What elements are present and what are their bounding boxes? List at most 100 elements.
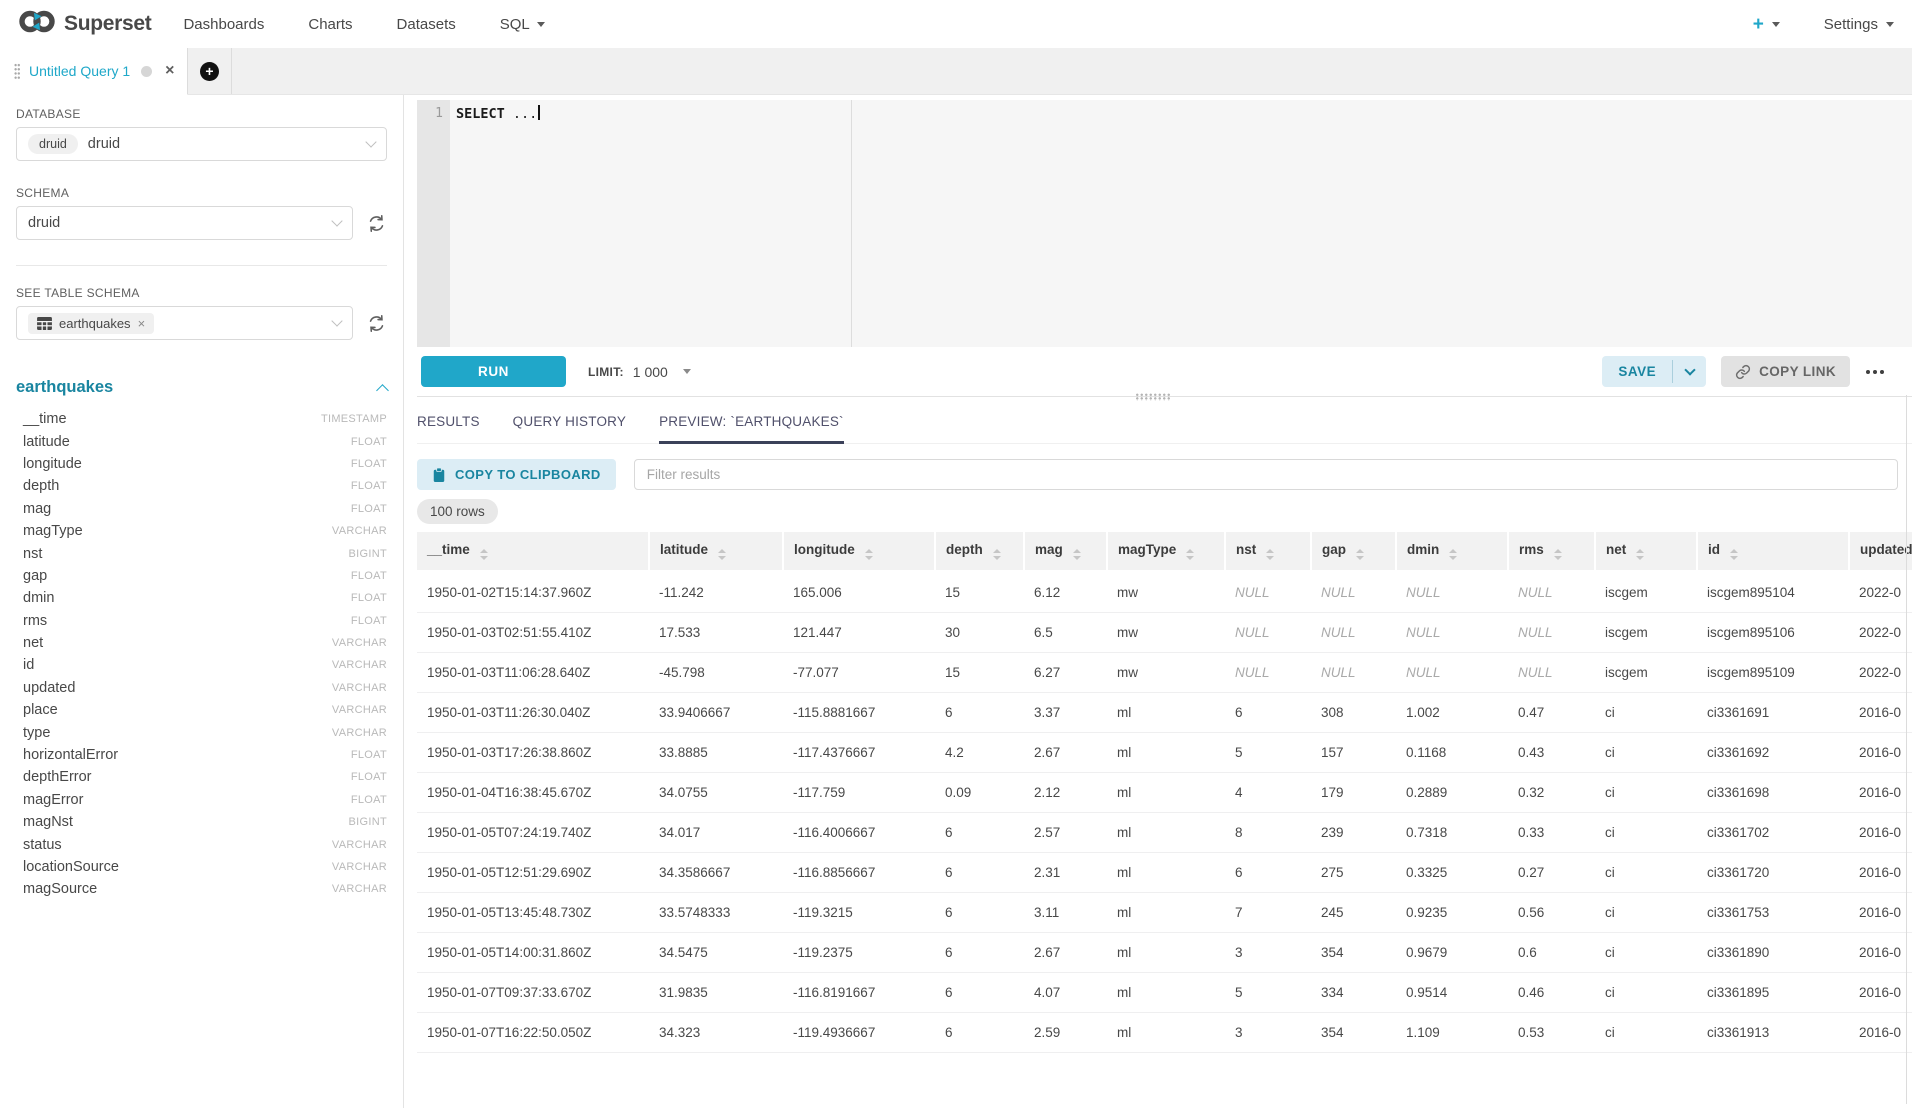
table-cell: ci [1595, 812, 1697, 852]
results-tab-query-history[interactable]: QUERY HISTORY [513, 406, 626, 443]
sort-icon[interactable] [718, 549, 726, 560]
limit-dropdown[interactable]: LIMIT: 1 000 [588, 364, 691, 380]
table-cell: iscgem [1595, 612, 1697, 652]
schema-column-magsource: magSource VARCHAR [23, 878, 387, 900]
table-cell: 15 [935, 652, 1024, 692]
remove-table-icon[interactable]: × [138, 317, 146, 330]
table-cell: 2016-0 [1849, 812, 1912, 852]
table-cell: 6 [935, 972, 1024, 1012]
nav-item-dashboards[interactable]: Dashboards [183, 16, 264, 33]
schema-column-dmin: dmin FLOAT [23, 587, 387, 609]
save-options-button[interactable] [1673, 356, 1706, 387]
table-cell: -117.4376667 [783, 732, 935, 772]
collapse-chevron-up-icon[interactable] [376, 384, 389, 397]
results-tab-results[interactable]: RESULTS [417, 406, 480, 443]
scrollbar[interactable] [1906, 395, 1907, 1104]
sort-icon[interactable] [1186, 549, 1194, 560]
table-cell: 165.006 [783, 571, 935, 612]
table-cell: mw [1107, 612, 1225, 652]
table-cell: 1950-01-05T14:00:31.860Z [417, 932, 649, 972]
column-header-longitude[interactable]: longitude [783, 532, 935, 571]
run-button[interactable]: RUN [421, 356, 566, 387]
column-header-rms[interactable]: rms [1508, 532, 1595, 571]
table-cell: ci3361698 [1697, 772, 1849, 812]
top-navbar: Superset Dashboards Charts Datasets SQL … [0, 0, 1912, 48]
new-menu-button[interactable]: + [1753, 15, 1780, 34]
sort-icon[interactable] [1073, 549, 1081, 560]
table-schema-field: SEE TABLE SCHEMA earthquakes × [16, 286, 387, 340]
table-cell: ml [1107, 692, 1225, 732]
column-header-nst[interactable]: nst [1225, 532, 1311, 571]
table-cell: ci [1595, 732, 1697, 772]
column-header-net[interactable]: net [1595, 532, 1697, 571]
sort-icon[interactable] [865, 549, 873, 560]
pane-splitter [417, 396, 1912, 397]
table-cell: -117.759 [783, 772, 935, 812]
drag-grip-icon[interactable] [14, 63, 20, 79]
database-select[interactable]: druid druid [16, 127, 387, 161]
filter-results-input[interactable] [634, 459, 1898, 490]
sql-text: ... [513, 106, 537, 122]
database-label: DATABASE [16, 107, 387, 121]
sql-editor[interactable]: 1 SELECT ... [417, 100, 1912, 347]
sort-icon[interactable] [993, 549, 1001, 560]
column-label: updated [1860, 542, 1912, 557]
column-header-magtype[interactable]: magType [1107, 532, 1225, 571]
column-header-depth[interactable]: depth [935, 532, 1024, 571]
table-cell: 0.9679 [1396, 932, 1508, 972]
save-button[interactable]: SAVE [1602, 356, 1672, 387]
table-cell: ci [1595, 772, 1697, 812]
settings-menu-button[interactable]: Settings [1824, 16, 1894, 33]
results-tab-preview-earthquakes[interactable]: PREVIEW: `EARTHQUAKES` [659, 406, 844, 443]
table-cell: 1950-01-03T17:26:38.860Z [417, 732, 649, 772]
schema-column-longitude: longitude FLOAT [23, 453, 387, 475]
superset-brand[interactable]: Superset [18, 8, 151, 40]
copy-to-clipboard-button[interactable]: COPY TO CLIPBOARD [417, 459, 616, 490]
sort-icon[interactable] [1636, 549, 1644, 560]
query-tab-active[interactable]: Untitled Query 1 × [0, 48, 188, 95]
schema-column-rms: rms FLOAT [23, 610, 387, 632]
sort-icon[interactable] [1449, 549, 1457, 560]
table-cell: 34.017 [649, 812, 783, 852]
nav-item-charts[interactable]: Charts [308, 16, 352, 33]
refresh-tables-button[interactable] [365, 312, 387, 334]
editor-code-area[interactable]: SELECT ... [450, 100, 1912, 347]
caret-down-icon [537, 22, 545, 27]
query-tab-bar: Untitled Query 1 × + [0, 48, 1912, 95]
nav-item-sql[interactable]: SQL [500, 16, 545, 33]
table-cell: ci3361720 [1697, 852, 1849, 892]
line-number: 1 [435, 106, 443, 121]
column-header-time[interactable]: __time [417, 532, 649, 571]
column-header-updated[interactable]: updated [1849, 532, 1912, 571]
row-count-badge: 100 rows [417, 499, 498, 524]
table-cell: 0.53 [1508, 1012, 1595, 1052]
sort-icon[interactable] [480, 549, 488, 560]
table-cell: 0.3325 [1396, 852, 1508, 892]
table-row: 1950-01-05T14:00:31.860Z34.5475-119.2375… [417, 932, 1912, 972]
schema-select[interactable]: druid [16, 206, 353, 240]
caret-down-icon [683, 369, 691, 374]
table-cell: 2.31 [1024, 852, 1107, 892]
sort-icon[interactable] [1356, 549, 1364, 560]
column-header-id[interactable]: id [1697, 532, 1849, 571]
sort-icon[interactable] [1266, 549, 1274, 560]
splitter-drag-handle-icon[interactable] [1135, 393, 1171, 401]
sort-icon[interactable] [1554, 549, 1562, 560]
more-options-button[interactable] [1862, 366, 1888, 378]
table-select[interactable]: earthquakes × [16, 306, 353, 340]
column-header-latitude[interactable]: latitude [649, 532, 783, 571]
table-cell: 34.5475 [649, 932, 783, 972]
column-header-dmin[interactable]: dmin [1396, 532, 1508, 571]
column-header-gap[interactable]: gap [1311, 532, 1396, 571]
table-cell: 2.67 [1024, 932, 1107, 972]
copy-link-button[interactable]: COPY LINK [1721, 356, 1850, 387]
refresh-schemas-button[interactable] [365, 212, 387, 234]
table-cell: NULL [1396, 652, 1508, 692]
column-header-mag[interactable]: mag [1024, 532, 1107, 571]
column-label: latitude [660, 542, 708, 557]
sort-icon[interactable] [1730, 549, 1738, 560]
add-tab-button[interactable]: + [200, 62, 219, 81]
sql-lab-main: 1 SELECT ... RUN LIMIT: 1 000 SAVE [404, 95, 1912, 1108]
nav-item-datasets[interactable]: Datasets [397, 16, 456, 33]
close-tab-icon[interactable]: × [165, 63, 174, 79]
